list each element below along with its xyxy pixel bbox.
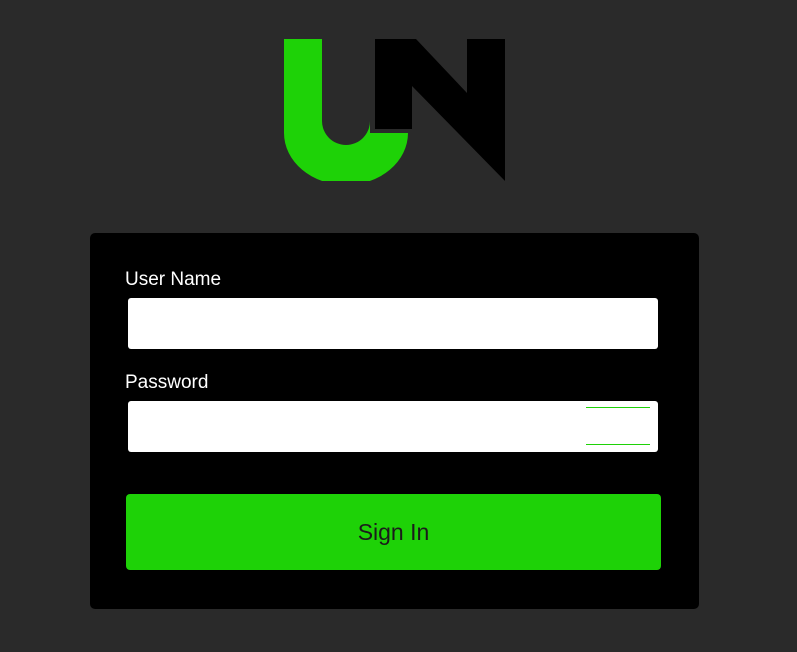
brand-logo <box>284 39 505 185</box>
username-label: User Name <box>125 269 222 290</box>
password-input[interactable] <box>128 401 658 452</box>
sign-in-button[interactable]: Sign In <box>126 494 661 570</box>
password-label: Password <box>125 372 209 393</box>
login-panel: User Name Password Sign In <box>90 233 699 609</box>
un-logo-icon <box>284 39 505 185</box>
username-input[interactable] <box>128 298 658 349</box>
password-manager-indicator[interactable] <box>586 407 650 445</box>
